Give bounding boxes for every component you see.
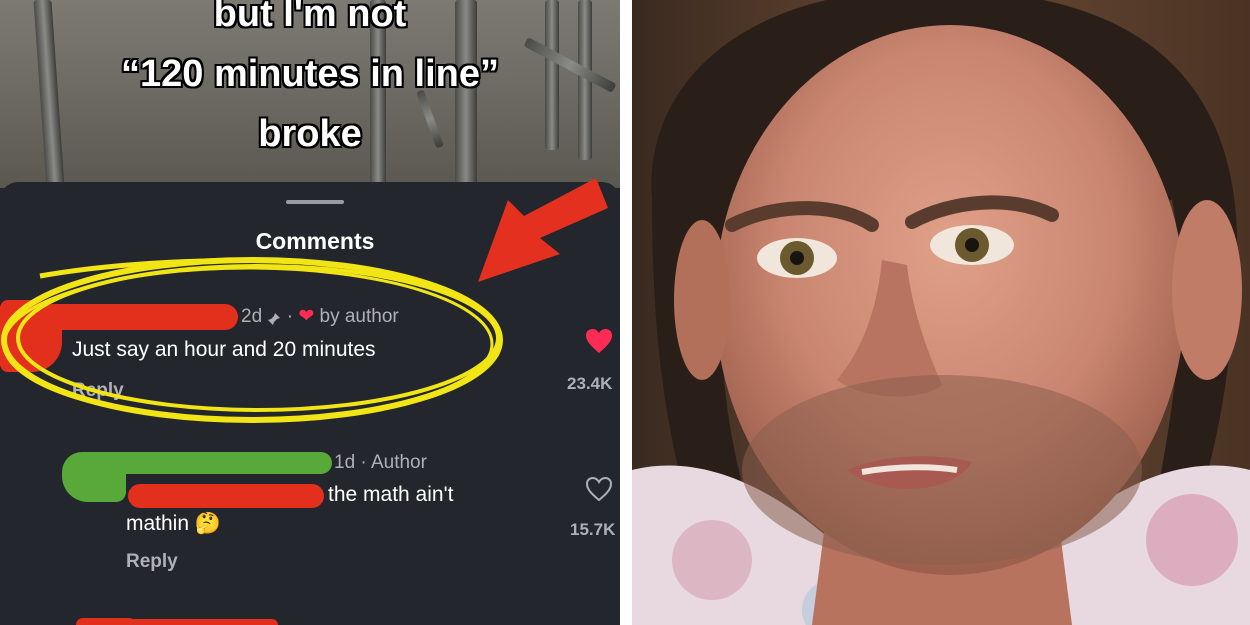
reaction-photo [632, 0, 1250, 625]
annotation-overlay [1, 178, 608, 423]
highlight-circle [1, 257, 503, 423]
tiktok-screenshot: but I'm not “120 minutes in line” broke … [0, 0, 620, 625]
reaction-face-illustration [632, 0, 1250, 625]
image-divider [620, 0, 632, 625]
red-arrow [478, 178, 608, 282]
